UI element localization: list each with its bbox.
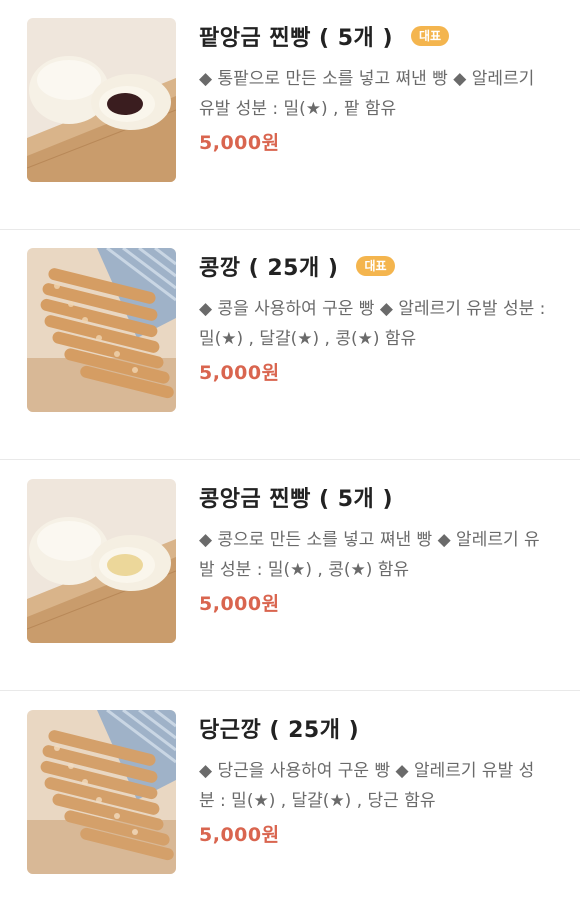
product-description: ◆ 당근을 사용하여 구운 빵 ◆ 알레르기 유발 성분 : 밀(★) , 달걀… bbox=[199, 761, 535, 811]
menu-item-carrot-stick[interactable]: 당근깡 ( 25개 ) ◆ 당근을 사용하여 구운 빵 ◆ 알레르기 유발 성분… bbox=[0, 692, 580, 922]
product-description: ◆ 콩으로 만든 소를 넣고 쪄낸 빵 ◆ 알레르기 유발 성분 : 밀(★) … bbox=[199, 530, 540, 580]
divider bbox=[0, 690, 580, 691]
product-image-carrot-stick[interactable] bbox=[27, 710, 176, 874]
product-price: 5,000원 bbox=[199, 132, 280, 154]
menu-item-white-bean-bun[interactable]: 콩앙금 찐빵 ( 5개 ) ◆ 콩으로 만든 소를 넣고 쪄낸 빵 ◆ 알레르기… bbox=[0, 461, 580, 691]
product-title[interactable]: 콩깡 ( 25개 ) bbox=[199, 250, 338, 282]
signature-badge: 대표 bbox=[356, 256, 395, 276]
menu-item-red-bean-bun[interactable]: 팥앙금 찐빵 ( 5개 ) 대표 ◆ 통팥으로 만든 소를 넣고 쪄낸 빵 ◆ … bbox=[0, 0, 580, 230]
signature-badge: 대표 bbox=[411, 26, 450, 46]
product-title[interactable]: 당근깡 ( 25개 ) bbox=[199, 712, 359, 744]
product-image-bean-stick[interactable] bbox=[27, 248, 176, 412]
product-description: ◆ 콩을 사용하여 구운 빵 ◆ 알레르기 유발 성분 : 밀(★) , 달걀(… bbox=[199, 299, 546, 349]
product-price: 5,000원 bbox=[199, 593, 280, 615]
product-image-red-bean-bun[interactable] bbox=[27, 18, 176, 182]
product-image-white-bean-bun[interactable] bbox=[27, 479, 176, 643]
product-title[interactable]: 콩앙금 찐빵 ( 5개 ) bbox=[199, 481, 393, 513]
product-description: ◆ 통팥으로 만든 소를 넣고 쪄낸 빵 ◆ 알레르기 유발 성분 : 밀(★)… bbox=[199, 69, 535, 119]
product-price: 5,000원 bbox=[199, 362, 280, 384]
menu-list: 팥앙금 찐빵 ( 5개 ) 대표 ◆ 통팥으로 만든 소를 넣고 쪄낸 빵 ◆ … bbox=[0, 0, 580, 894]
divider bbox=[0, 459, 580, 460]
menu-item-bean-stick[interactable]: 콩깡 ( 25개 ) 대표 ◆ 콩을 사용하여 구운 빵 ◆ 알레르기 유발 성… bbox=[0, 230, 580, 460]
product-price: 5,000원 bbox=[199, 824, 280, 846]
product-title[interactable]: 팥앙금 찐빵 ( 5개 ) bbox=[199, 20, 393, 52]
